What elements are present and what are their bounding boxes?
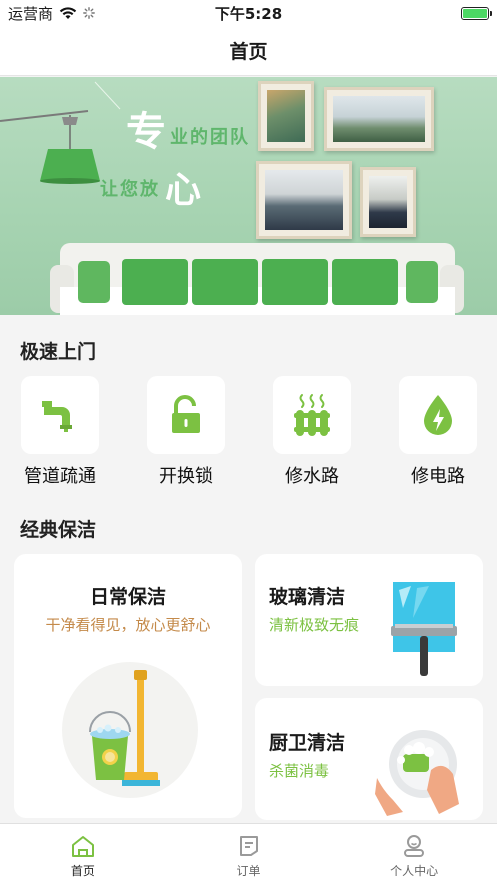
status-left: 运营商 bbox=[8, 3, 95, 24]
card-subtitle: 杀菌消毒 bbox=[269, 762, 330, 780]
nav-bar: 首页 bbox=[0, 26, 497, 76]
tab-label: 个人中心 bbox=[390, 864, 439, 878]
tab-home[interactable]: 首页 bbox=[0, 824, 166, 883]
card-title: 厨卫清洁 bbox=[269, 732, 346, 754]
status-bar: 运营商 下午5:28 bbox=[0, 0, 497, 26]
squeegee-icon bbox=[391, 582, 457, 676]
water-heater-icon bbox=[294, 394, 330, 436]
quick-item-label: 管道疏通 bbox=[24, 466, 96, 487]
photo-frame-2 bbox=[324, 87, 434, 151]
quick-section-title: 极速上门 bbox=[20, 341, 97, 363]
page-title: 首页 bbox=[229, 41, 268, 63]
banner-slogan-big-2: 心 bbox=[165, 170, 202, 211]
dish-washing-icon bbox=[375, 730, 459, 816]
home-icon bbox=[71, 836, 94, 857]
card-subtitle: 干净看得见，放心更舒心 bbox=[45, 616, 211, 634]
unlock-icon bbox=[172, 395, 200, 433]
tab-label: 首页 bbox=[70, 864, 95, 878]
lamp-icon bbox=[0, 110, 100, 184]
sofa-icon bbox=[50, 243, 464, 315]
card-glass-cleaning[interactable]: 玻璃清洁 清新极致无痕 bbox=[255, 554, 483, 686]
card-daily-cleaning[interactable]: 日常保洁 干净看得见，放心更舒心 bbox=[14, 554, 242, 818]
battery-fill bbox=[463, 8, 487, 18]
battery-icon bbox=[461, 6, 492, 20]
tab-label: 订单 bbox=[236, 864, 261, 878]
quick-item-label: 修水路 bbox=[285, 466, 339, 487]
quick-tile bbox=[147, 376, 225, 454]
card-title: 日常保洁 bbox=[89, 586, 166, 608]
photo-frame-1 bbox=[258, 81, 314, 151]
quick-item-electric[interactable]: 修电路 bbox=[398, 376, 478, 488]
profile-icon bbox=[404, 835, 425, 857]
loading-icon bbox=[83, 7, 95, 19]
clean-section-title: 经典保洁 bbox=[20, 519, 97, 541]
order-icon bbox=[239, 836, 258, 856]
quick-tile bbox=[21, 376, 99, 454]
wifi-icon bbox=[59, 6, 77, 19]
tab-bar: 首页 订单 个人中心 bbox=[0, 823, 497, 883]
status-time: 下午5:28 bbox=[214, 4, 283, 23]
banner-slogan-small-1: 业的团队 bbox=[170, 127, 250, 148]
quick-item-label: 修电路 bbox=[411, 466, 465, 487]
banner-slogan-big-1: 专 bbox=[126, 109, 168, 155]
card-subtitle: 清新极致无痕 bbox=[269, 616, 360, 634]
bucket-mop-icon bbox=[62, 662, 198, 798]
electric-drop-icon bbox=[424, 395, 452, 435]
tab-orders[interactable]: 订单 bbox=[166, 824, 332, 883]
quick-tile bbox=[273, 376, 351, 454]
quick-item-pipe[interactable]: 管道疏通 bbox=[20, 376, 100, 488]
pipe-icon bbox=[42, 401, 72, 432]
card-title: 玻璃清洁 bbox=[269, 586, 346, 608]
quick-item-water[interactable]: 修水路 bbox=[272, 376, 352, 488]
card-kitchen-bath[interactable]: 厨卫清洁 杀菌消毒 bbox=[255, 698, 483, 820]
banner-slogan-small-2: 让您放 bbox=[100, 179, 160, 200]
tab-profile[interactable]: 个人中心 bbox=[331, 824, 497, 883]
carrier-label: 运营商 bbox=[8, 4, 54, 23]
quick-tile bbox=[399, 376, 477, 454]
hero-banner[interactable]: 专 业的团队 让您放 心 bbox=[0, 77, 497, 315]
quick-item-label: 开换锁 bbox=[159, 466, 213, 487]
quick-item-lock[interactable]: 开换锁 bbox=[146, 376, 226, 488]
